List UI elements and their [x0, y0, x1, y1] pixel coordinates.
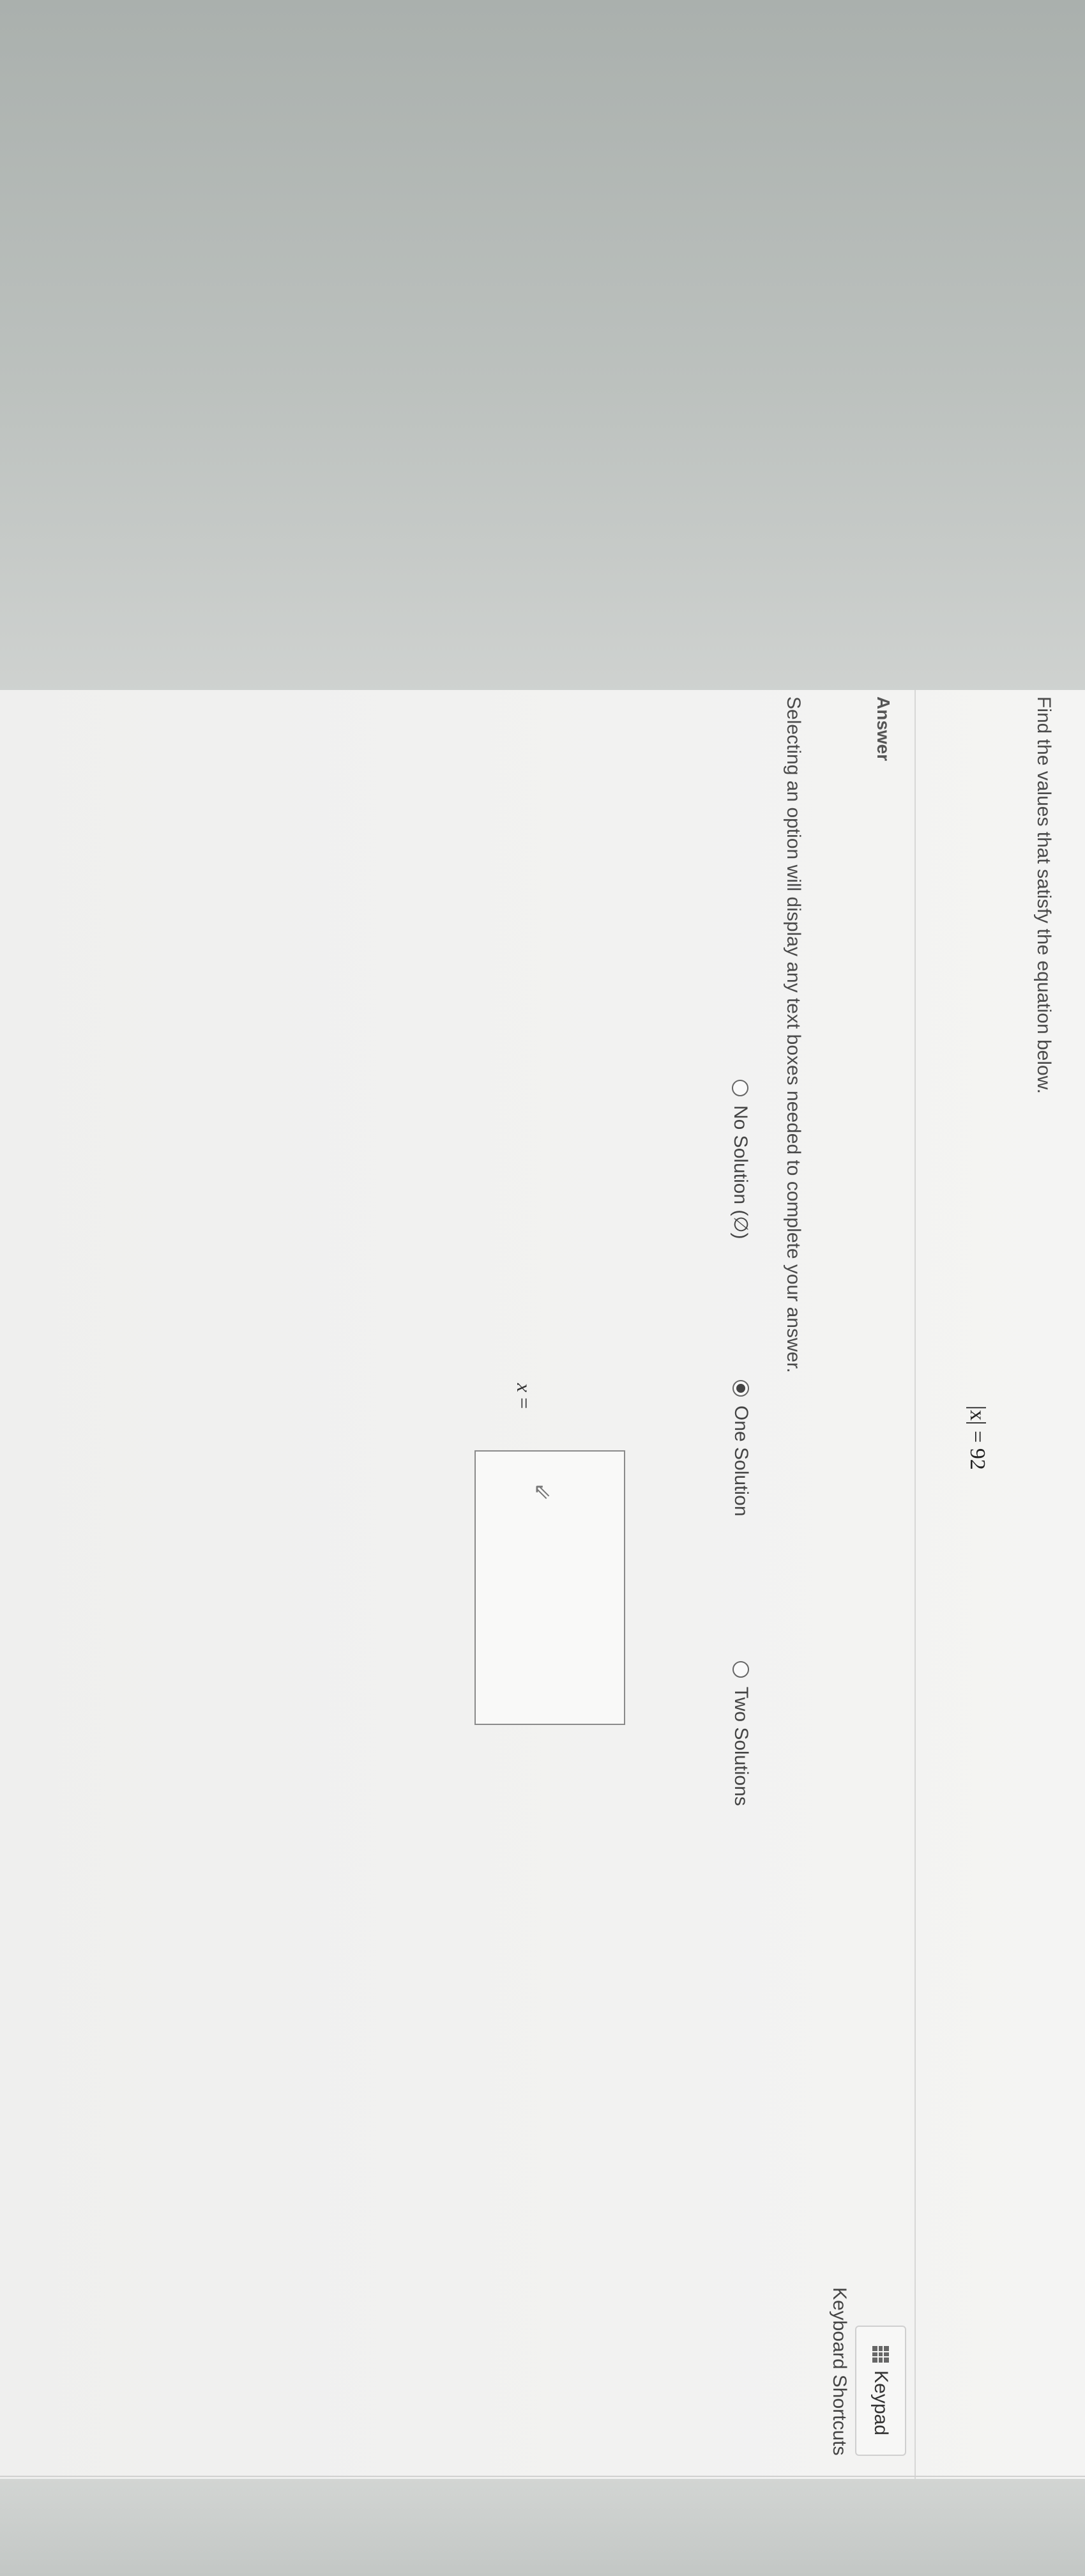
background-top — [0, 0, 1085, 696]
keypad-button[interactable]: Keypad — [855, 2326, 906, 2456]
answer-instruction: Selecting an option will display any tex… — [783, 696, 804, 1373]
panel-edge — [0, 2476, 1085, 2477]
answer-variable-label: x = — [512, 1383, 536, 1409]
question-panel: Find the values that satisfy the equatio… — [0, 690, 1085, 2479]
keypad-label: Keypad — [870, 2370, 892, 2435]
radio-two-solutions[interactable] — [732, 1661, 749, 1678]
option-no-solution[interactable]: No Solution (∅) — [729, 1080, 752, 1239]
question-screen: Find the values that satisfy the equatio… — [0, 690, 1085, 2479]
equation: |x| = 92 — [966, 1406, 989, 1470]
section-divider — [914, 690, 916, 2479]
radio-no-solution[interactable] — [732, 1080, 749, 1096]
mouse-pointer-icon: ⇖ — [533, 1479, 552, 1504]
option-label: No Solution (∅) — [730, 1105, 751, 1239]
answer-heading: Answer — [874, 696, 893, 762]
variable: x — [513, 1383, 536, 1393]
radio-one-solution[interactable] — [732, 1380, 749, 1397]
equals-sign: = — [513, 1397, 536, 1409]
question-prompt: Find the values that satisfy the equatio… — [1033, 696, 1054, 1094]
keypad-grid-icon — [872, 2346, 889, 2363]
option-label: Two Solutions — [731, 1687, 752, 1806]
option-label: One Solution — [731, 1406, 752, 1517]
option-two-solutions[interactable]: Two Solutions — [730, 1661, 752, 1806]
option-one-solution[interactable]: One Solution — [730, 1380, 752, 1516]
background-bottom — [0, 2479, 1085, 2576]
keyboard-shortcuts-link[interactable]: Keyboard Shortcuts — [828, 2287, 850, 2455]
